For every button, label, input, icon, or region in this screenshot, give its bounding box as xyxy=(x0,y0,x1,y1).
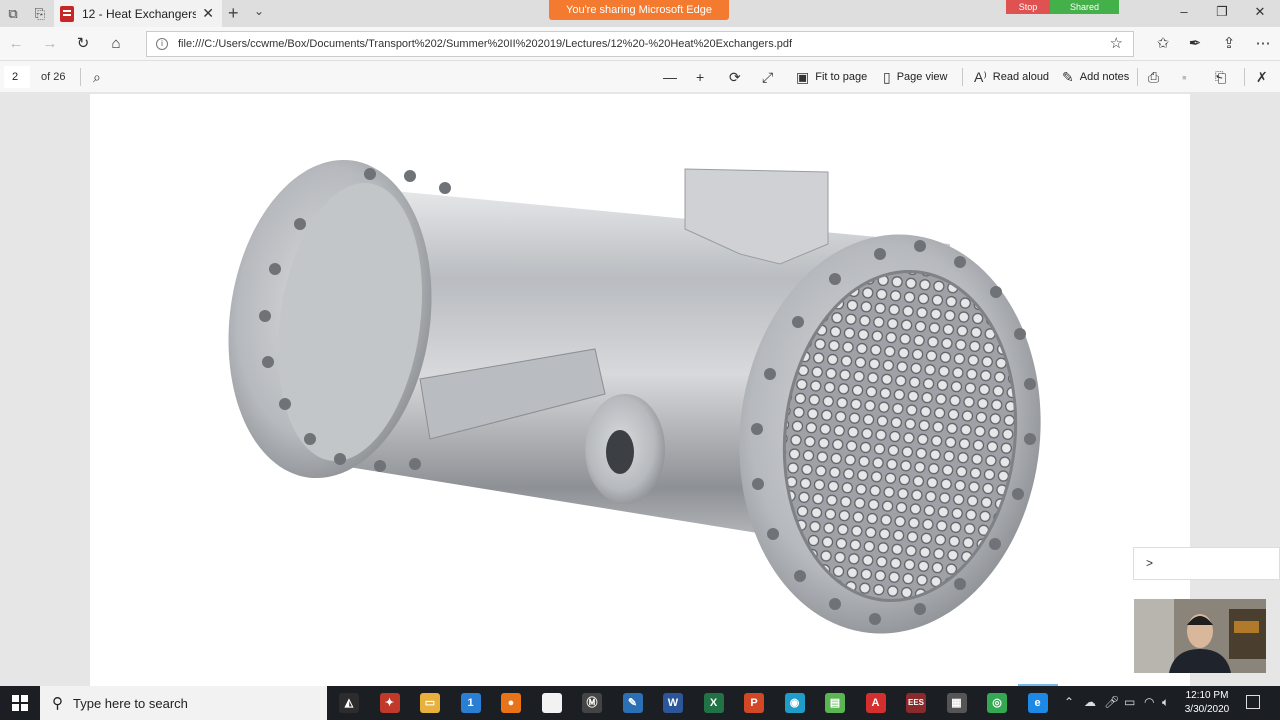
back-button[interactable]: ← xyxy=(6,34,26,54)
volume-icon[interactable]: 🔈︎ xyxy=(1162,695,1169,710)
matlab-like-icon[interactable]: Ⓜ xyxy=(582,693,602,713)
pdf-viewer[interactable] xyxy=(0,94,1280,686)
firefox-icon[interactable]: ● xyxy=(501,693,521,713)
notification-icon[interactable] xyxy=(1246,695,1260,709)
save-icon[interactable]: ▪ xyxy=(1182,67,1193,87)
side-panel-toggle[interactable]: > xyxy=(1133,547,1280,580)
home-button[interactable]: ⌂ xyxy=(106,34,126,54)
chevron-up-icon[interactable]: ⌃ xyxy=(1064,695,1074,709)
print-icon[interactable]: ⎙ xyxy=(1148,67,1165,87)
refresh-button[interactable]: ↻ xyxy=(73,34,93,54)
shared-button[interactable]: Shared xyxy=(1050,0,1119,14)
page-total: of 26 xyxy=(41,71,66,83)
date: 3/30/2020 xyxy=(1184,704,1230,715)
pdf-toolbar: 2 of 26 ⌕ — + ⟳ ⤢ ▣ Fit to page ▯ Page v… xyxy=(0,61,1280,93)
read-aloud-label: Read aloud xyxy=(992,71,1050,83)
pen-icon[interactable]: ✒ xyxy=(1185,34,1205,54)
pen-icon: ✎ xyxy=(1062,68,1074,85)
teal-app-icon[interactable]: ◉ xyxy=(784,693,805,713)
read-aloud-icon: A⁾ xyxy=(974,68,987,85)
add-notes-label: Add notes xyxy=(1079,71,1130,83)
tab-heat-exchangers[interactable]: 12 - Heat Exchangers.pdf ✕ xyxy=(54,0,222,27)
tab-close-icon[interactable]: ✕ xyxy=(202,5,214,22)
read-aloud-button[interactable]: A⁾ Read aloud xyxy=(974,67,1049,87)
green-app-icon[interactable]: ▤ xyxy=(825,693,845,713)
red-app-icon[interactable]: ✦ xyxy=(379,693,400,713)
navigation-bar: ← → ↻ ⌂ i file:///C:/Users/ccwme/Box/Doc… xyxy=(0,27,1280,61)
page-number-input[interactable]: 2 xyxy=(4,66,30,88)
pdf-page xyxy=(90,94,1190,686)
ees-icon[interactable]: EES xyxy=(906,693,926,713)
forward-button[interactable]: → xyxy=(40,34,60,54)
info-icon[interactable]: i xyxy=(156,38,168,50)
excel-icon[interactable]: X xyxy=(703,693,724,713)
notepad-icon[interactable] xyxy=(541,693,562,713)
word-icon[interactable]: W xyxy=(663,693,683,713)
chrome-icon[interactable]: ◎ xyxy=(987,693,1007,713)
favorite-star-icon[interactable]: ☆ xyxy=(1110,34,1123,52)
sketchup-icon[interactable]: ◭ xyxy=(339,693,359,713)
page-view-label: Page view xyxy=(896,71,948,83)
chevron-down-icon[interactable]: ⌄ xyxy=(254,4,264,18)
fullscreen-icon[interactable]: ⤢ xyxy=(762,67,779,87)
time: 12:10 PM xyxy=(1185,690,1229,701)
zoom-in-icon[interactable]: + xyxy=(696,67,710,87)
search-icon: ⚲ xyxy=(52,695,63,712)
heat-exchanger-image xyxy=(228,159,1041,634)
wifi-icon[interactable]: ◠ xyxy=(1144,695,1154,709)
sharing-banner: You're sharing Microsoft Edge xyxy=(549,0,729,20)
battery-icon[interactable]: ▭ xyxy=(1124,695,1135,709)
file-explorer-icon[interactable]: ▭ xyxy=(420,693,440,713)
divider xyxy=(1244,68,1245,86)
url-text[interactable]: file:///C:/Users/ccwme/Box/Documents/Tra… xyxy=(178,38,792,50)
search-icon[interactable]: ⌕ xyxy=(93,67,107,87)
active-app-indicator xyxy=(1018,684,1058,686)
calculator-icon[interactable]: ▦ xyxy=(946,693,967,713)
fit-to-page-button[interactable]: ▣ Fit to page xyxy=(796,67,867,87)
fit-to-page-label: Fit to page xyxy=(815,71,868,83)
pdf-icon xyxy=(60,5,74,22)
address-bar[interactable]: i file:///C:/Users/ccwme/Box/Documents/T… xyxy=(146,31,1134,57)
clock[interactable]: 12:10 PM 3/30/2020 xyxy=(1178,689,1236,717)
stop-sharing-button[interactable]: Stop xyxy=(1006,0,1050,14)
blue-app-2-icon[interactable]: ✎ xyxy=(622,693,643,713)
add-notes-button[interactable]: ✎ Add notes xyxy=(1062,67,1129,87)
powerpoint-icon[interactable]: P xyxy=(744,693,764,713)
page-view-button[interactable]: ▯ Page view xyxy=(883,67,947,87)
microphone-icon[interactable]: 🎤︎ xyxy=(1104,695,1119,709)
divider xyxy=(962,68,963,86)
save-as-icon[interactable]: ⎗ xyxy=(1215,67,1232,87)
pin-toolbar-icon[interactable]: ✗ xyxy=(1256,67,1274,87)
fit-to-page-icon: ▣ xyxy=(796,68,810,85)
taskbar: ⚲ Type here to search ⌃ ☁ 🎤︎ ▭ ◠ 🔈︎ 12:1… xyxy=(0,686,1280,720)
new-tab-button[interactable]: + xyxy=(228,3,239,24)
windows-start-icon[interactable] xyxy=(12,695,28,711)
onedrive-icon[interactable]: ☁ xyxy=(1084,695,1096,709)
page-view-icon: ▯ xyxy=(883,68,891,85)
tab-actions-icon[interactable]: ⧉ xyxy=(4,5,22,23)
taskbar-search[interactable]: ⚲ Type here to search xyxy=(40,686,327,720)
divider xyxy=(80,68,81,86)
close-window-icon[interactable]: ✕ xyxy=(1250,4,1270,20)
chevron-right-icon[interactable]: > xyxy=(1146,556,1153,570)
share-icon[interactable]: ⇪ xyxy=(1219,34,1239,54)
search-placeholder[interactable]: Type here to search xyxy=(73,696,188,711)
title-bar: ⧉ ⎘ 12 - Heat Exchangers.pdf ✕ + ⌄ You'r… xyxy=(0,0,1280,27)
tab-title: 12 - Heat Exchangers.pdf xyxy=(82,6,196,21)
blue-app-1-icon[interactable]: 1 xyxy=(460,693,481,713)
zoom-out-icon[interactable]: — xyxy=(663,67,683,87)
set-aside-tabs-icon[interactable]: ⎘ xyxy=(31,5,49,23)
edge-icon[interactable]: e xyxy=(1027,693,1048,713)
webcam-feed xyxy=(1134,599,1266,673)
restore-icon[interactable]: ❐ xyxy=(1212,4,1232,20)
favorites-icon[interactable]: ✩ xyxy=(1153,34,1173,54)
acrobat-icon[interactable]: A xyxy=(865,693,886,713)
rotate-icon[interactable]: ⟳ xyxy=(729,67,747,87)
webcam-image xyxy=(1134,599,1266,673)
more-icon[interactable]: ⋯ xyxy=(1253,34,1273,54)
minimize-icon[interactable]: – xyxy=(1174,4,1194,19)
divider xyxy=(1137,68,1138,86)
